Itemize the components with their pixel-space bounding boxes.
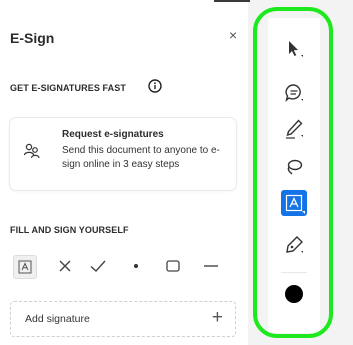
fill-sign-tools bbox=[10, 255, 240, 281]
text-field-icon bbox=[285, 194, 305, 214]
toolbar-divider bbox=[281, 272, 307, 273]
esign-panel: E-Sign × GET E-SIGNATURES FAST Request e… bbox=[0, 0, 250, 345]
arrow-cursor-icon bbox=[289, 41, 303, 57]
draw-tool[interactable] bbox=[281, 116, 307, 142]
tab-indicator bbox=[214, 0, 250, 2]
lasso-icon bbox=[287, 159, 303, 175]
text-field-icon bbox=[18, 260, 32, 274]
card-description: Send this document to anyone to e-sign o… bbox=[62, 145, 220, 170]
text-field-tool[interactable] bbox=[13, 255, 37, 279]
line-icon[interactable] bbox=[200, 255, 222, 277]
section-get-esignatures: GET E-SIGNATURES FAST bbox=[10, 83, 126, 93]
text-field-tool-active[interactable] bbox=[281, 190, 307, 216]
select-tool[interactable] bbox=[281, 36, 307, 62]
panel-title: E-Sign bbox=[10, 30, 55, 46]
check-icon[interactable] bbox=[87, 255, 109, 277]
request-esignatures-card[interactable]: Request e-signatures Send this document … bbox=[10, 118, 236, 190]
info-icon[interactable] bbox=[148, 79, 162, 93]
dot-icon[interactable] bbox=[125, 255, 147, 277]
card-title: Request e-signatures bbox=[62, 129, 164, 140]
pen-nib-icon bbox=[286, 236, 303, 253]
comment-icon bbox=[285, 84, 303, 102]
close-button[interactable]: × bbox=[229, 27, 237, 43]
rectangle-icon[interactable] bbox=[162, 255, 184, 277]
comment-tool[interactable] bbox=[281, 80, 307, 106]
people-icon bbox=[23, 143, 40, 159]
lasso-tool[interactable] bbox=[281, 154, 307, 180]
annotation-toolbar bbox=[268, 18, 320, 333]
color-picker-swatch[interactable] bbox=[285, 285, 303, 303]
cross-icon[interactable] bbox=[54, 255, 76, 277]
add-signature-button[interactable]: Add signature + bbox=[10, 301, 236, 337]
pencil-icon bbox=[286, 119, 303, 139]
add-icon: + bbox=[211, 307, 223, 328]
section-fill-and-sign: FILL AND SIGN YOURSELF bbox=[10, 225, 129, 235]
sign-tool[interactable] bbox=[281, 232, 307, 258]
add-signature-label: Add signature bbox=[25, 313, 90, 325]
